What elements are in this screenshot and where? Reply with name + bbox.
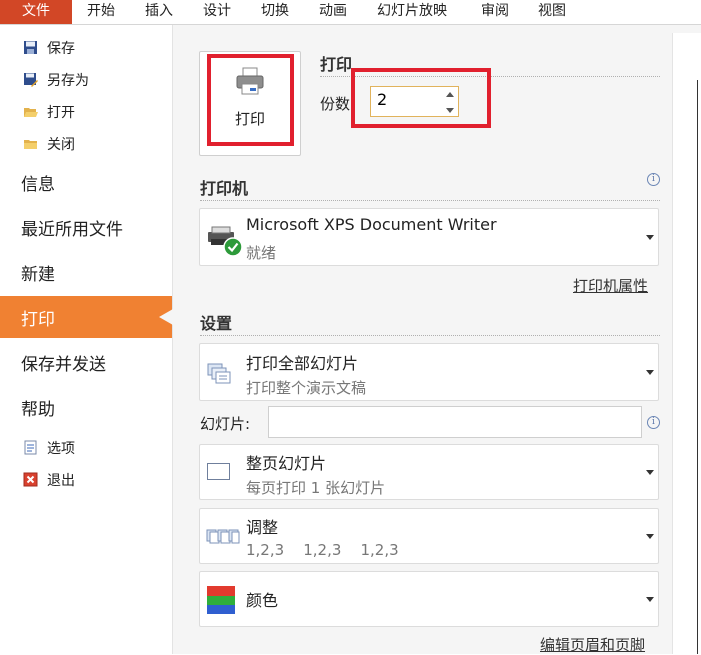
- printer-properties-link[interactable]: 打印机属性: [573, 275, 648, 296]
- nav-label: 选项: [47, 441, 75, 457]
- tab-slideshow[interactable]: 幻灯片放映: [377, 0, 447, 24]
- layout-main: 整页幻灯片: [246, 454, 327, 473]
- color-icon: [206, 585, 236, 619]
- collated-icon: [206, 527, 240, 549]
- chevron-down-icon: [646, 370, 654, 375]
- layout-sub: 每页打印 1 张幻灯片: [246, 479, 386, 497]
- print-range-sub: 打印整个演示文稿: [246, 379, 367, 397]
- nav-label: 打开: [47, 105, 75, 121]
- nav-item-recent[interactable]: 最近所用文件: [0, 206, 172, 248]
- save-as-icon: [23, 72, 38, 87]
- print-section-title: 打印: [320, 55, 353, 74]
- nav-item-help[interactable]: 帮助: [0, 386, 172, 428]
- print-range-select[interactable]: 打印全部幻灯片 打印整个演示文稿: [199, 343, 659, 401]
- chevron-down-icon: [646, 235, 654, 240]
- nav-label: 信息: [21, 175, 55, 195]
- chevron-down-icon: [646, 470, 654, 475]
- color-main: 颜色: [246, 591, 279, 610]
- nav-label: 打印: [21, 310, 55, 330]
- print-range-main: 打印全部幻灯片: [246, 354, 359, 373]
- nav-item-exit[interactable]: 退出: [0, 465, 172, 495]
- options-icon: [23, 440, 38, 455]
- nav-label: 帮助: [21, 400, 55, 420]
- tab-file[interactable]: 文件: [0, 0, 72, 24]
- active-indicator: [159, 309, 173, 325]
- chevron-down-icon: [646, 534, 654, 539]
- highlight-box-copies: [351, 68, 491, 128]
- nav-label: 最近所用文件: [21, 220, 123, 240]
- printer-ready-icon: [206, 224, 244, 262]
- tab-view[interactable]: 视图: [538, 0, 566, 24]
- open-folder-icon: [23, 104, 38, 119]
- edit-header-footer-link[interactable]: 编辑页眉和页脚: [540, 634, 645, 655]
- exit-icon: [23, 472, 38, 487]
- full-page-slide-icon: [206, 462, 232, 486]
- printer-name: Microsoft XPS Document Writer: [246, 215, 497, 234]
- tab-review[interactable]: 审阅: [481, 0, 509, 24]
- nav-label: 保存: [47, 41, 75, 57]
- nav-label: 关闭: [47, 137, 75, 153]
- info-icon[interactable]: i: [647, 173, 660, 186]
- printer-select[interactable]: Microsoft XPS Document Writer 就绪: [199, 208, 659, 266]
- printer-status: 就绪: [246, 244, 277, 262]
- nav-label: 退出: [47, 473, 75, 489]
- nav-item-options[interactable]: 选项: [0, 433, 172, 463]
- nav-label: 保存并发送: [21, 355, 106, 375]
- slides-input[interactable]: [268, 406, 642, 438]
- info-icon[interactable]: i: [647, 416, 660, 429]
- nav-item-open[interactable]: 打开: [0, 97, 172, 127]
- nav-label: 新建: [21, 265, 55, 285]
- tab-design[interactable]: 设计: [203, 0, 231, 24]
- collate-select[interactable]: 调整 1,2,3 1,2,3 1,2,3: [199, 508, 659, 564]
- save-icon: [23, 40, 38, 55]
- chevron-down-icon: [646, 597, 654, 602]
- copies-label: 份数: [320, 95, 351, 113]
- tab-animations[interactable]: 动画: [319, 0, 347, 24]
- tab-home[interactable]: 开始: [87, 0, 115, 24]
- collate-sub: 1,2,3 1,2,3 1,2,3: [246, 541, 399, 559]
- settings-section-title: 设置: [200, 314, 233, 333]
- color-select[interactable]: 颜色: [199, 571, 659, 627]
- nav-item-close[interactable]: 关闭: [0, 129, 172, 159]
- printer-section-title: 打印机: [200, 179, 249, 198]
- nav-item-save-as[interactable]: 另存为: [0, 65, 172, 95]
- divider: [200, 200, 660, 201]
- preview-page-edge: [697, 80, 701, 654]
- highlight-box-print: [207, 54, 294, 146]
- nav-item-save-send[interactable]: 保存并发送: [0, 341, 172, 383]
- nav-item-info[interactable]: 信息: [0, 161, 172, 203]
- nav-label: 另存为: [47, 73, 89, 89]
- close-folder-icon: [23, 136, 38, 151]
- slides-stack-icon: [206, 362, 234, 390]
- backstage-nav: 保存 另存为 打开 关闭 信息 最近所用文件 新建 打印 保存并发送 帮助 选项…: [0, 25, 173, 654]
- slides-label: 幻灯片:: [200, 415, 251, 433]
- layout-select[interactable]: 整页幻灯片 每页打印 1 张幻灯片: [199, 444, 659, 500]
- nav-item-print[interactable]: 打印: [0, 296, 173, 338]
- collate-main: 调整: [246, 518, 279, 537]
- tab-insert[interactable]: 插入: [145, 0, 173, 24]
- tab-transitions[interactable]: 切换: [261, 0, 289, 24]
- nav-item-save[interactable]: 保存: [0, 33, 172, 63]
- ribbon-tab-bar: 文件 开始 插入 设计 切换 动画 幻灯片放映 审阅 视图: [0, 0, 701, 25]
- nav-item-new[interactable]: 新建: [0, 251, 172, 293]
- divider: [200, 335, 660, 336]
